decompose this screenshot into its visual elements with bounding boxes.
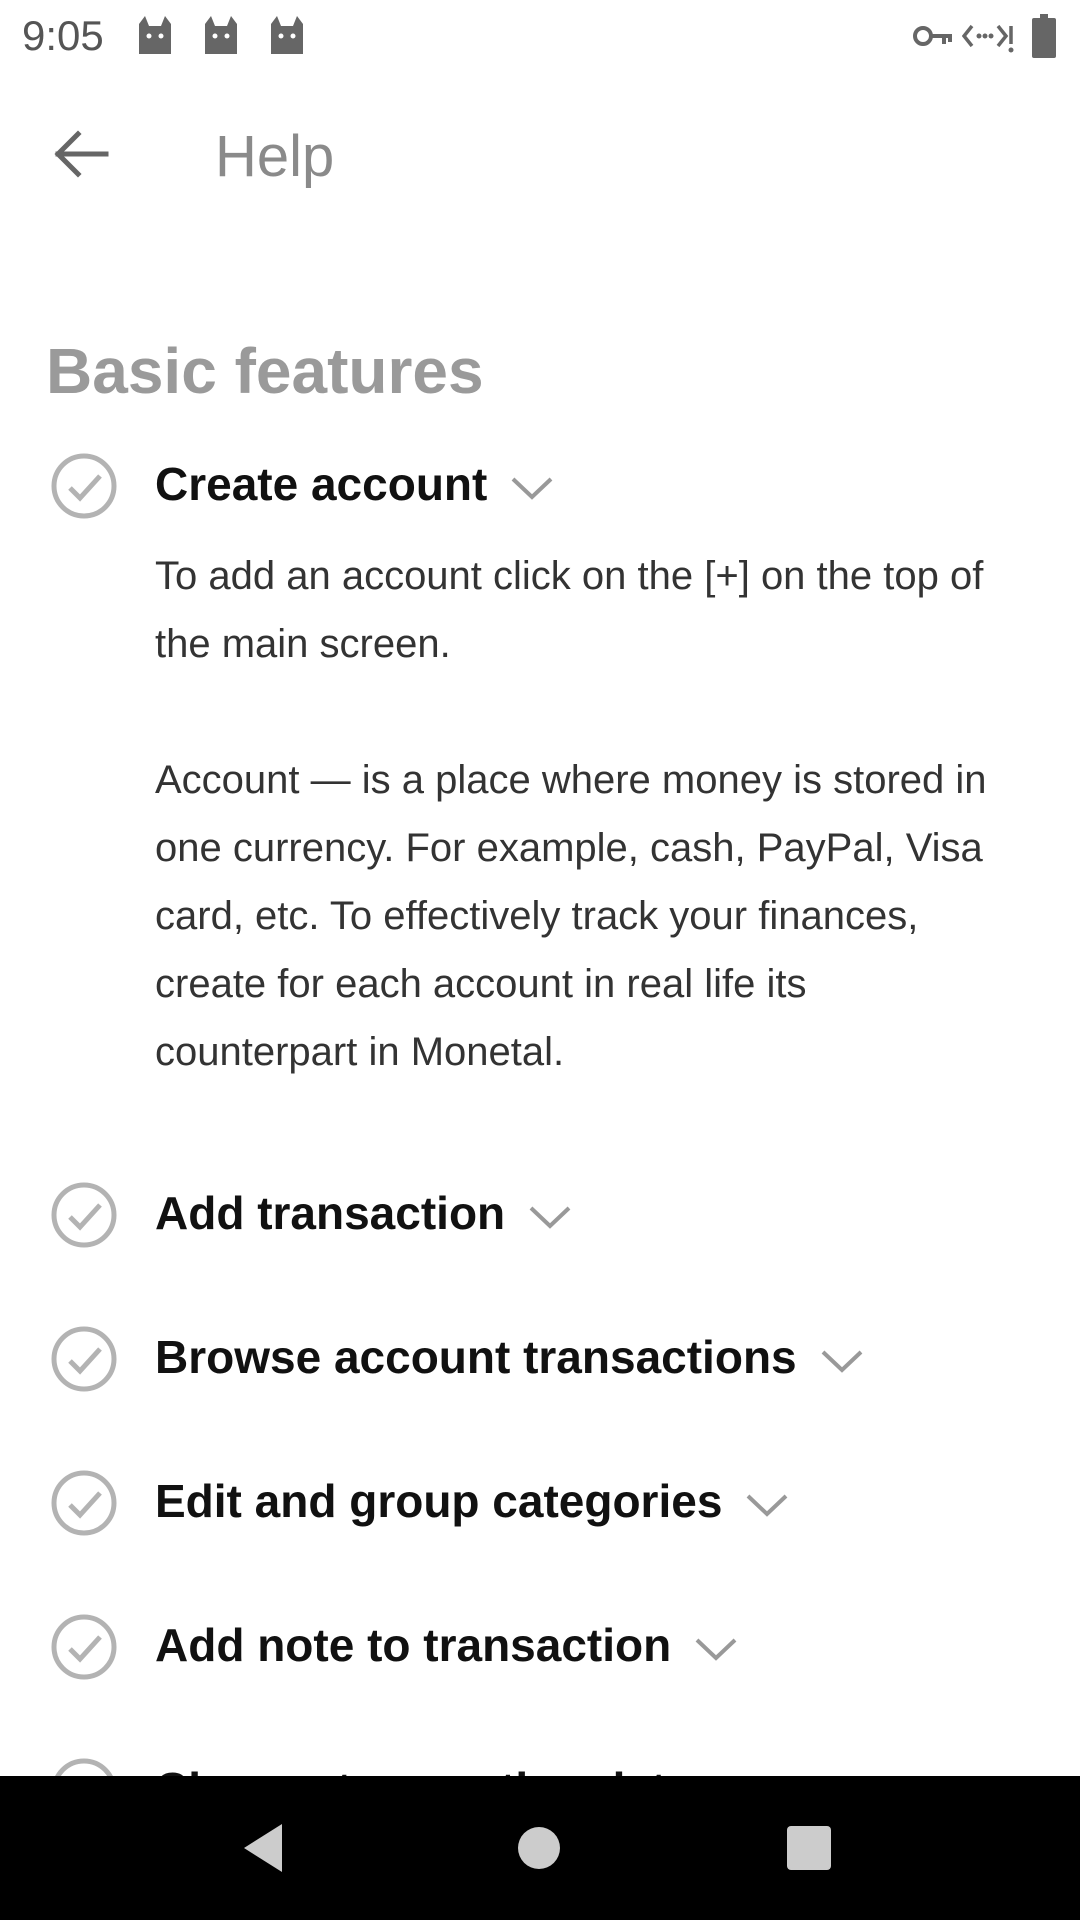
check-circle-icon: [51, 1470, 117, 1536]
check-circle-icon: [51, 1614, 117, 1680]
battery-icon: [1032, 14, 1056, 58]
arrow-left-icon: [54, 130, 109, 178]
cat-icon: [205, 16, 237, 54]
chevron-down-icon: [747, 1494, 788, 1517]
status-bar: 9:05: [0, 0, 1080, 72]
chevron-down-icon: [529, 1206, 571, 1229]
check-circle-icon: [51, 453, 117, 519]
faq-title: Edit and group categories: [155, 1473, 790, 1529]
recents-square-icon: [787, 1826, 831, 1870]
data-icon: [962, 24, 1014, 53]
faq-answer-paragraph: To add an account click on the [+] on th…: [155, 554, 984, 666]
faq-item-edit-group-categories[interactable]: Edit and group categories: [0, 1447, 1080, 1557]
chevron-down-icon: [695, 1638, 737, 1661]
back-button[interactable]: [40, 112, 124, 196]
nav-recents-button[interactable]: [773, 1812, 845, 1884]
faq-item-add-transaction[interactable]: Add transaction: [0, 1159, 1080, 1269]
section-title: Basic features: [46, 335, 484, 407]
check-circle-icon: [51, 1182, 117, 1248]
back-triangle-icon: [244, 1824, 282, 1872]
chevron-down-icon: [511, 477, 553, 500]
chevron-down-icon: [821, 1350, 863, 1373]
cat-icon: [139, 16, 171, 54]
check-circle-icon: [51, 1326, 117, 1392]
help-screen: 9:05 Help Basic features Create account …: [0, 0, 1080, 1920]
faq-item-add-note-to-transaction[interactable]: Add note to transaction: [0, 1591, 1080, 1701]
faq-title: Browse account transactions: [155, 1329, 865, 1385]
navigation-bar: [0, 1776, 1080, 1920]
status-time: 9:05: [22, 12, 104, 59]
cat-icon: [271, 16, 303, 54]
page-title: Help: [215, 124, 335, 189]
home-circle-icon: [518, 1827, 560, 1869]
faq-item-create-account[interactable]: Create account: [0, 430, 1080, 540]
faq-title: Add note to transaction: [155, 1617, 739, 1673]
app-bar: Help: [0, 72, 1080, 242]
nav-home-button[interactable]: [503, 1812, 575, 1884]
faq-title: Create account: [155, 456, 555, 512]
faq-answer-paragraph: Account — is a place where money is stor…: [155, 758, 987, 1074]
faq-title: Add transaction: [155, 1185, 573, 1241]
key-icon: [913, 26, 952, 46]
nav-back-button[interactable]: [230, 1812, 302, 1884]
faq-item-browse-account-transactions[interactable]: Browse account transactions: [0, 1303, 1080, 1413]
